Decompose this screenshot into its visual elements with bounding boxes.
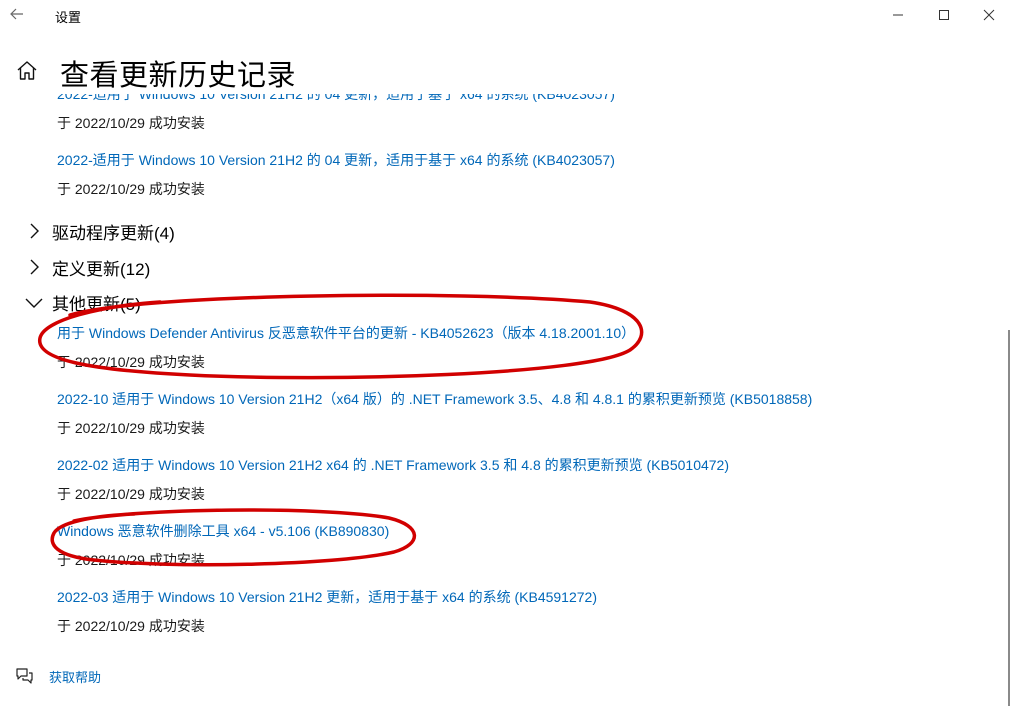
install-status: 于 2022/10/29 成功安装 <box>57 115 205 131</box>
maximize-button[interactable] <box>921 0 967 30</box>
section-label: 定义更新(12) <box>52 259 151 279</box>
home-button[interactable] <box>14 58 40 84</box>
chevron-right-icon <box>24 257 44 277</box>
update-link[interactable]: 2022-适用于 Windows 10 Version 21H2 的 04 更新… <box>57 150 615 170</box>
list-item: 2022-适用于 Windows 10 Version 21H2 的 04 更新… <box>57 150 615 199</box>
back-arrow-icon <box>10 8 23 20</box>
section-definition-updates[interactable]: 定义更新(12) <box>24 255 150 279</box>
update-link[interactable]: 2022-10 适用于 Windows 10 Version 21H2（x64 … <box>57 389 812 409</box>
list-item: Windows 恶意软件删除工具 x64 - v5.106 (KB890830)… <box>57 521 389 570</box>
home-icon <box>17 61 37 80</box>
chevron-down-icon <box>24 292 44 312</box>
section-label: 其他更新(5) <box>52 294 141 314</box>
install-status: 于 2022/10/29 成功安装 <box>57 420 205 436</box>
install-status: 于 2022/10/29 成功安装 <box>57 354 205 370</box>
maximize-icon <box>939 10 949 20</box>
get-help-link[interactable]: 获取帮助 <box>14 666 101 686</box>
close-icon <box>983 9 995 21</box>
page-title: 查看更新历史记录 <box>60 60 297 92</box>
list-item: 用于 Windows Defender Antivirus 反恶意软件平台的更新… <box>57 323 635 372</box>
window-title: 设置 <box>55 10 82 25</box>
vertical-scrollbar[interactable] <box>1008 330 1010 706</box>
update-history-list[interactable]: 2022-适用于 Windows 10 Version 21H2 的 04 更新… <box>0 64 1000 715</box>
install-status: 于 2022/10/29 成功安装 <box>57 181 205 197</box>
back-button[interactable] <box>6 4 28 24</box>
section-other-updates[interactable]: 其他更新(5) <box>24 290 141 314</box>
close-button[interactable] <box>966 0 1012 30</box>
title-bar: 设置 <box>0 0 1012 30</box>
help-chat-icon <box>16 668 33 684</box>
minimize-icon <box>893 14 903 16</box>
chevron-right-icon <box>24 221 44 241</box>
section-label: 驱动程序更新(4) <box>52 223 175 243</box>
list-item: 2022-02 适用于 Windows 10 Version 21H2 x64 … <box>57 455 729 504</box>
list-item: 2022-10 适用于 Windows 10 Version 21H2（x64 … <box>57 389 812 438</box>
update-link[interactable]: 2022-03 适用于 Windows 10 Version 21H2 更新，适… <box>57 587 597 607</box>
update-link[interactable]: 2022-02 适用于 Windows 10 Version 21H2 x64 … <box>57 455 729 475</box>
install-status: 于 2022/10/29 成功安装 <box>57 552 205 568</box>
minimize-button[interactable] <box>875 0 921 30</box>
list-item: 2022-03 适用于 Windows 10 Version 21H2 更新，适… <box>57 587 597 636</box>
install-status: 于 2022/10/29 成功安装 <box>57 618 205 634</box>
page-header: 查看更新历史记录 <box>0 44 1000 94</box>
get-help-label: 获取帮助 <box>49 669 102 685</box>
section-driver-updates[interactable]: 驱动程序更新(4) <box>24 219 175 243</box>
update-link[interactable]: Windows 恶意软件删除工具 x64 - v5.106 (KB890830) <box>57 521 389 541</box>
install-status: 于 2022/10/29 成功安装 <box>57 486 205 502</box>
update-link[interactable]: 用于 Windows Defender Antivirus 反恶意软件平台的更新… <box>57 323 635 343</box>
